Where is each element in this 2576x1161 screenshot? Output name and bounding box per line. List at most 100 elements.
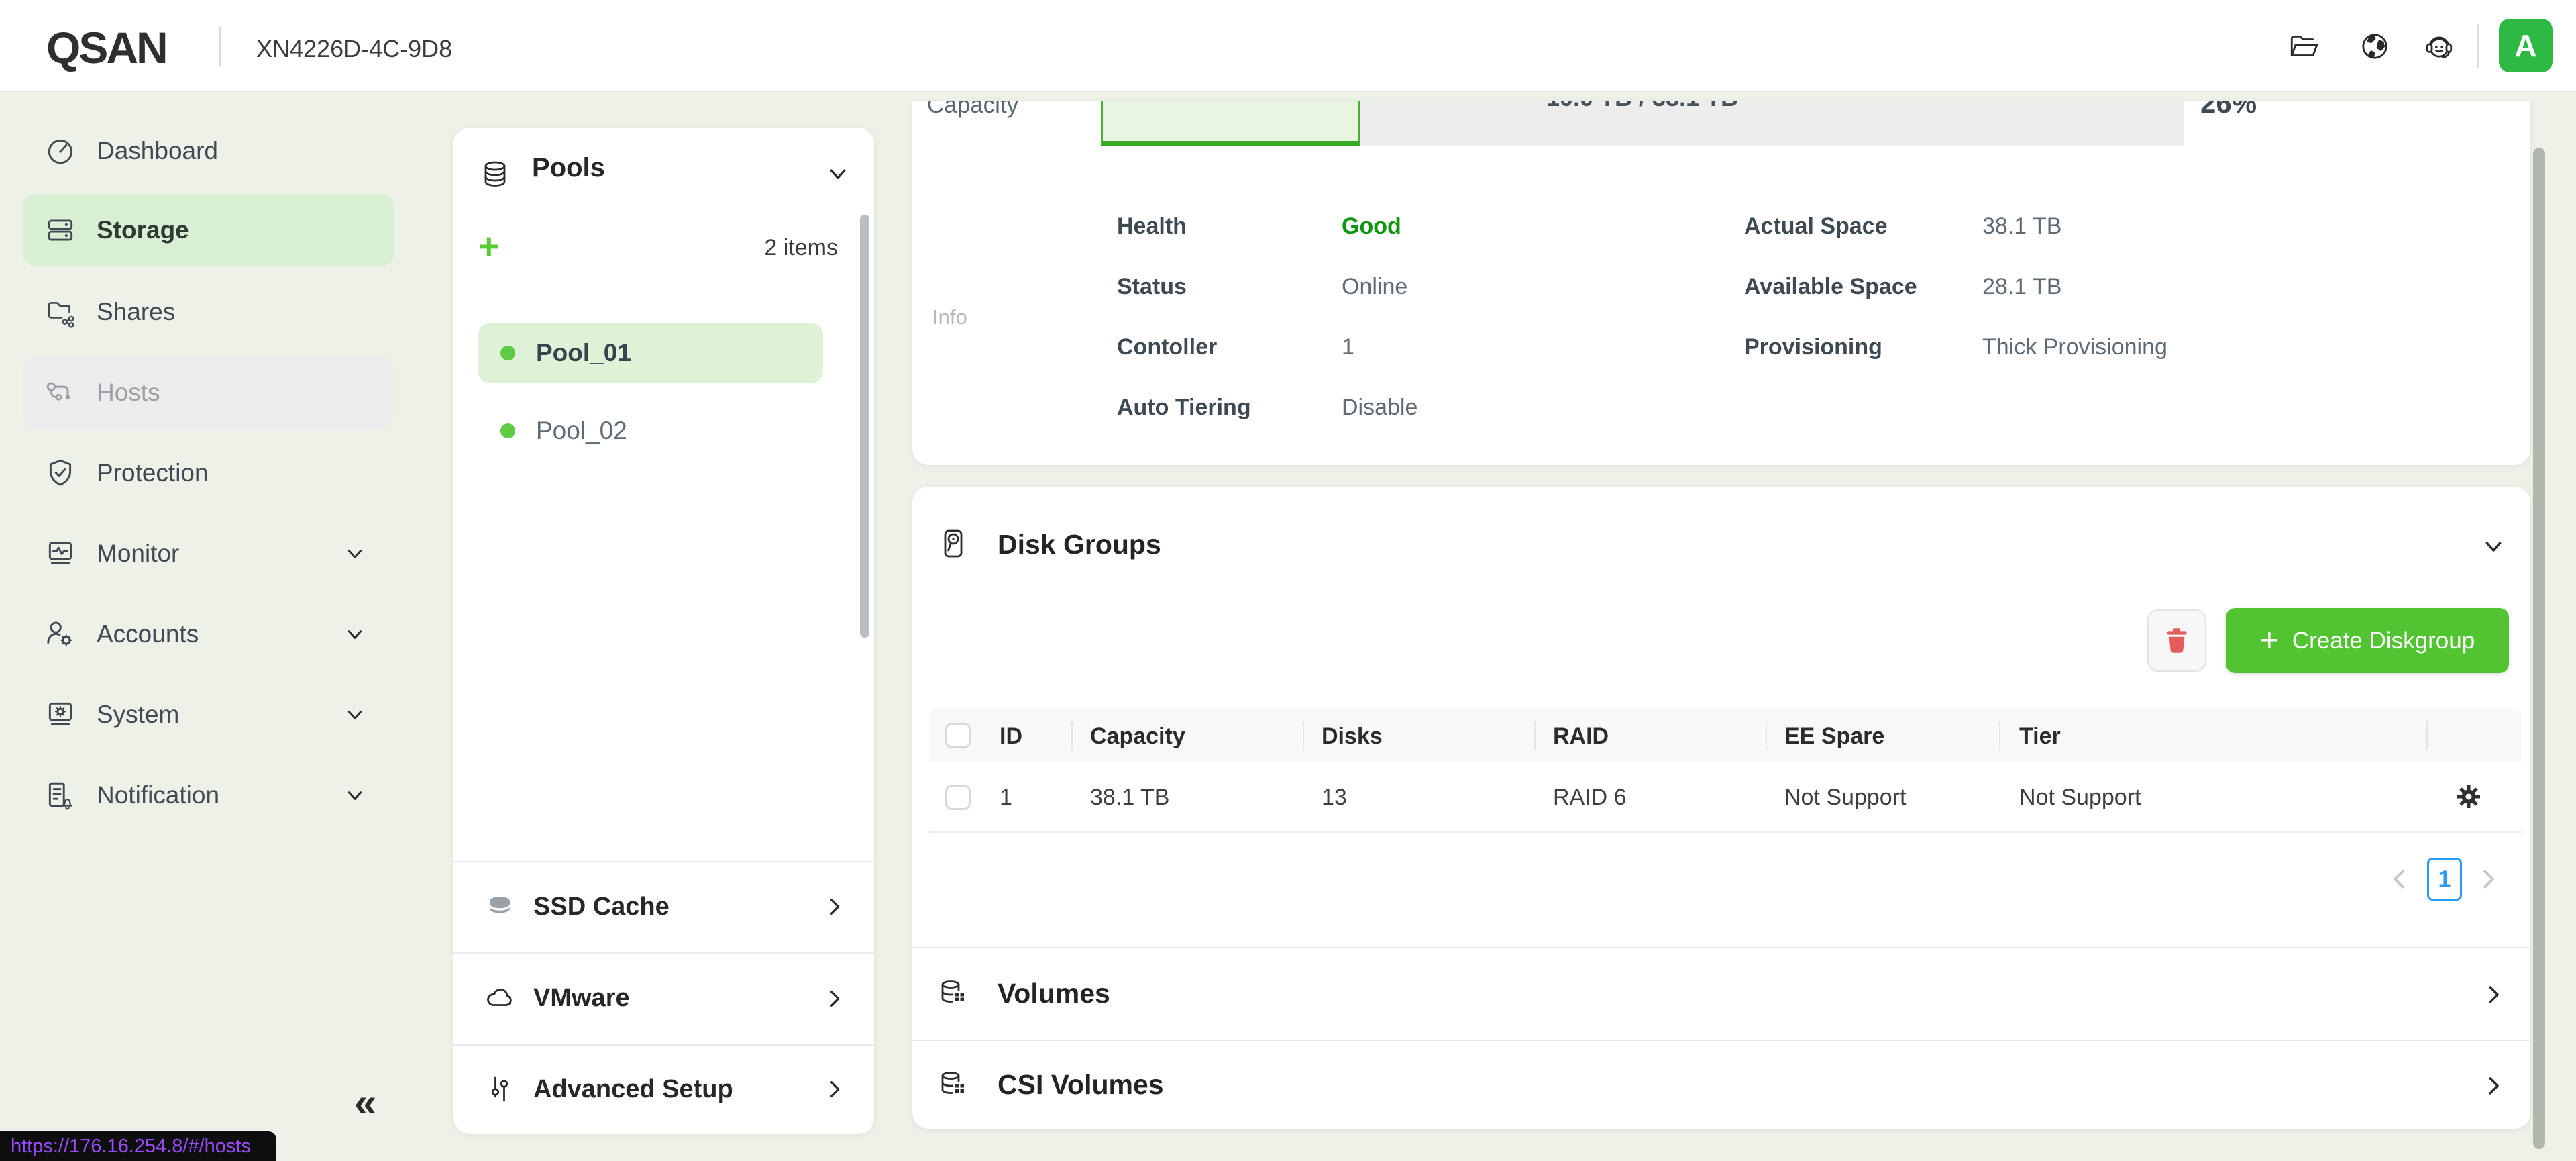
- column-divider: [1071, 721, 1073, 750]
- user-avatar[interactable]: A: [2499, 19, 2553, 72]
- monitor-chart-icon: [44, 538, 76, 570]
- sidebar-collapse-button[interactable]: «: [354, 1079, 376, 1125]
- page-number-button[interactable]: 1: [2427, 858, 2462, 901]
- prev-page-button[interactable]: [2388, 867, 2412, 891]
- capacity-bar: 10.0 TB / 38.1 TB: [1101, 101, 2184, 146]
- table-row[interactable]: 1 38.1 TB 13 RAID 6 Not Support Not Supp…: [929, 762, 2522, 833]
- sidebar-item-protection[interactable]: Protection: [23, 437, 394, 509]
- column-divider: [1766, 721, 1767, 750]
- field-label: Health: [1117, 213, 1187, 240]
- column-header-ee-spare[interactable]: EE Spare: [1784, 723, 1884, 750]
- device-name: XN4226D-4C-9D8: [256, 35, 452, 63]
- file-explorer-icon[interactable]: [2288, 30, 2320, 62]
- capacity-percent: 26%: [2200, 101, 2257, 122]
- row-settings-gear-icon[interactable]: [2453, 781, 2484, 812]
- trash-icon: [2161, 625, 2193, 657]
- sidebar-item-label: Hosts: [97, 378, 160, 407]
- field-label: Auto Tiering: [1117, 395, 1251, 421]
- select-all-checkbox[interactable]: [945, 723, 971, 748]
- pool-name: Pool_02: [536, 417, 627, 445]
- chevron-down-icon: [345, 785, 365, 805]
- hosts-network-icon: [44, 376, 76, 409]
- chevron-right-icon: [824, 988, 845, 1009]
- sidebar-item-notification[interactable]: Notification: [23, 759, 394, 831]
- system-gear-screen-icon: [44, 699, 76, 731]
- capacity-bar-text: 10.0 TB / 38.1 TB: [1101, 101, 2184, 111]
- chevron-down-icon[interactable]: [826, 162, 849, 185]
- sidebar-item-system[interactable]: System: [23, 678, 394, 751]
- chevron-down-icon[interactable]: [2482, 535, 2505, 558]
- support-headset-icon[interactable]: [2423, 30, 2455, 62]
- column-divider: [1303, 721, 1304, 750]
- page-scrollbar[interactable]: [2533, 148, 2545, 1149]
- pool-status-dot: [500, 423, 515, 438]
- column-header-tier[interactable]: Tier: [2019, 723, 2061, 750]
- cell-capacity: 38.1 TB: [1090, 785, 1169, 811]
- csi-volumes-section[interactable]: CSI Volumes: [912, 1041, 2530, 1128]
- next-page-button[interactable]: [2475, 867, 2500, 891]
- sidebar-item-hosts[interactable]: Hosts: [23, 356, 394, 429]
- column-divider: [2426, 721, 2428, 750]
- sidebar-item-label: Storage: [97, 216, 189, 244]
- pools-scrollbar[interactable]: [860, 215, 869, 638]
- sliders-icon: [484, 1074, 515, 1105]
- sidebar-item-label: Monitor: [97, 540, 179, 568]
- sidebar-item-label: System: [97, 701, 179, 729]
- section-label: VMware: [533, 984, 630, 1013]
- pools-database-icon: [480, 159, 511, 190]
- topbar: QSAN XN4226D-4C-9D8 A: [0, 0, 2576, 92]
- volumes-title: Volumes: [998, 978, 1110, 1009]
- cell-disks: 13: [1322, 785, 1347, 811]
- column-header-disks[interactable]: Disks: [1322, 723, 1383, 750]
- avatar-initial: A: [2514, 28, 2536, 64]
- topbar-divider: [219, 27, 221, 66]
- row-checkbox[interactable]: [945, 785, 971, 810]
- qsan-logo: QSAN: [46, 22, 166, 73]
- pool-list-item-pool02[interactable]: Pool_02: [478, 401, 823, 460]
- health-value: Good: [1342, 213, 1401, 240]
- user-gear-icon: [44, 618, 76, 650]
- sidebar-item-label: Notification: [97, 781, 219, 809]
- language-globe-icon[interactable]: [2359, 30, 2391, 62]
- csi-volumes-title: CSI Volumes: [998, 1069, 1164, 1101]
- shared-folder-icon: [44, 296, 76, 328]
- chevron-right-icon: [824, 896, 845, 917]
- controller-value: 1: [1342, 334, 1354, 360]
- create-diskgroup-button[interactable]: + Create Diskgroup: [2226, 608, 2509, 673]
- column-header-raid[interactable]: RAID: [1553, 723, 1609, 750]
- section-label: Advanced Setup: [533, 1075, 733, 1104]
- hard-disk-icon: [938, 528, 969, 559]
- vmware-section[interactable]: VMware: [453, 952, 874, 1044]
- volumes-section[interactable]: Volumes: [912, 948, 2530, 1040]
- sidebar-item-accounts[interactable]: Accounts: [23, 598, 394, 670]
- shield-check-icon: [44, 457, 76, 489]
- ssd-cache-section[interactable]: SSD Cache: [453, 861, 874, 952]
- pool-name: Pool_01: [536, 339, 631, 367]
- field-label: Contoller: [1117, 334, 1217, 360]
- chevron-right-icon: [824, 1078, 845, 1100]
- sidebar-item-storage[interactable]: Storage: [23, 194, 394, 266]
- actual-space-value: 38.1 TB: [1982, 213, 2061, 240]
- column-header-id[interactable]: ID: [1000, 723, 1022, 750]
- sidebar-item-dashboard[interactable]: Dashboard: [23, 115, 394, 187]
- disk-groups-card: Disk Groups + Create Diskgroup ID Capaci…: [912, 487, 2530, 1129]
- sidebar-item-label: Accounts: [97, 620, 199, 648]
- add-pool-button[interactable]: +: [478, 230, 500, 263]
- pool-status-dot: [500, 346, 515, 360]
- pools-panel: Pools + 2 items Pool_01 Pool_02 SSD Cach…: [453, 128, 874, 1134]
- delete-diskgroup-button[interactable]: [2147, 609, 2206, 672]
- cell-raid: RAID 6: [1553, 785, 1627, 811]
- sidebar-item-shares[interactable]: Shares: [23, 276, 394, 348]
- chevron-right-icon: [2482, 1074, 2505, 1097]
- chevron-down-icon: [345, 544, 365, 564]
- sidebar-item-monitor[interactable]: Monitor: [23, 517, 394, 590]
- advanced-setup-section[interactable]: Advanced Setup: [453, 1044, 874, 1134]
- provisioning-value: Thick Provisioning: [1982, 334, 2167, 360]
- pool-list-item-pool01[interactable]: Pool_01: [478, 323, 823, 383]
- sidebar-item-label: Dashboard: [97, 137, 218, 165]
- pools-count-label: 2 items: [764, 235, 838, 261]
- vmware-cloud-icon: [484, 983, 515, 1014]
- section-label: SSD Cache: [533, 893, 669, 921]
- column-header-capacity[interactable]: Capacity: [1090, 723, 1185, 750]
- capacity-bar-label: Capacity: [927, 101, 1018, 122]
